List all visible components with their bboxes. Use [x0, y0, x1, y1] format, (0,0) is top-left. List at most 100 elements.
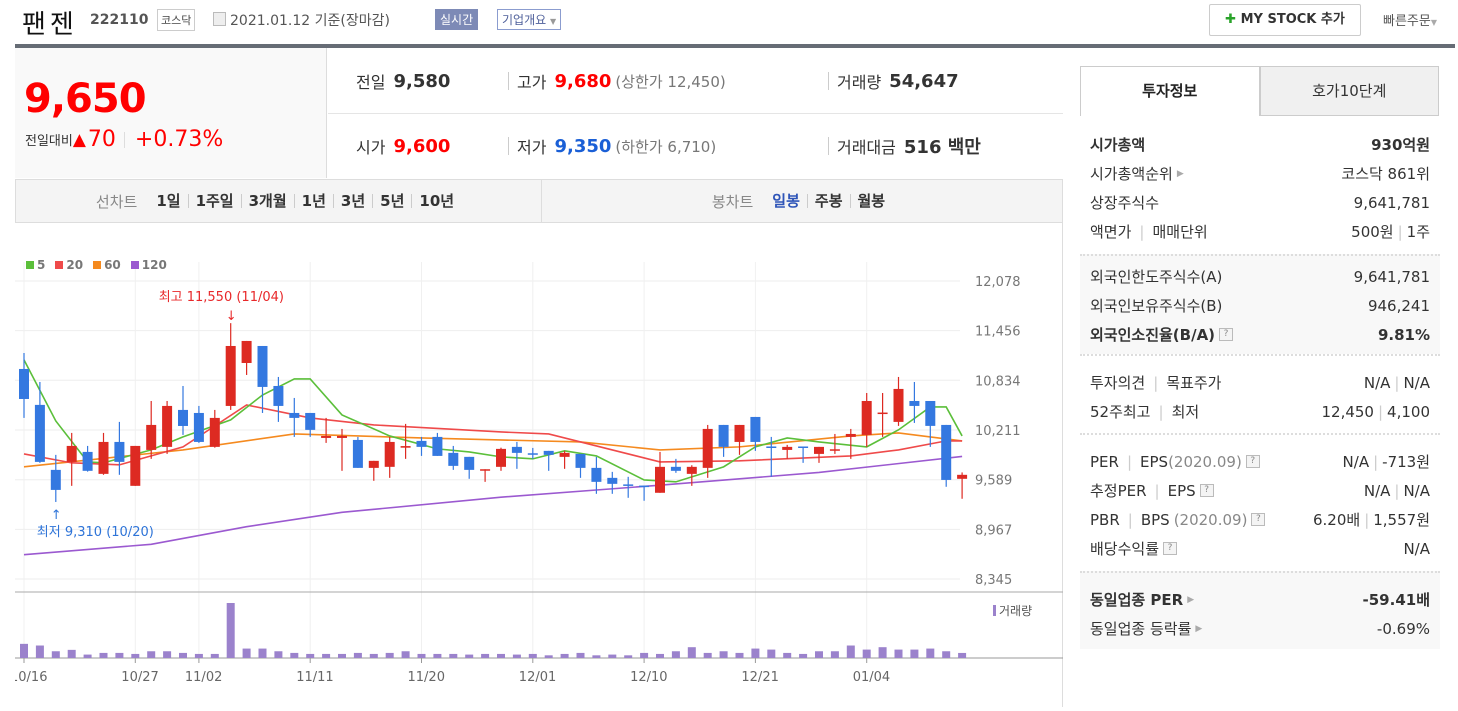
sector-change-row[interactable]: 동일업종 등락률 ▶ -0.69% [1080, 614, 1440, 643]
volume-bar [99, 652, 108, 658]
candle-up [893, 388, 904, 422]
line-chart-periods: 선차트 1일 1주일 3개월 1년 3년 5년 10년 [16, 191, 541, 212]
prev-value: 9,580 [393, 70, 451, 92]
period-3m[interactable]: 3개월 [242, 194, 295, 209]
label: 외국인한도주식수(A) [1090, 268, 1223, 286]
volume-bar [592, 655, 601, 658]
volume-bar [35, 645, 44, 658]
help-icon[interactable]: ? [1251, 513, 1266, 526]
candle-up [782, 446, 793, 450]
period-1w[interactable]: 1주일 [189, 194, 242, 209]
candle-down [273, 385, 284, 406]
volume-bar [147, 651, 156, 658]
volume-bar [767, 649, 776, 658]
change-label: 전일대비 [25, 134, 73, 149]
y-tick-label: 12,078 [975, 275, 1021, 290]
value: N/A [1363, 481, 1391, 500]
period-3y[interactable]: 3년 [334, 194, 374, 209]
volume-bar [544, 655, 553, 658]
realtime-button[interactable]: 실시간 [435, 9, 479, 30]
volume-bar [20, 643, 28, 658]
my-stock-label: MY STOCK 추가 [1240, 12, 1345, 27]
x-tick-label: 11/11 [296, 670, 333, 685]
volume-bar [687, 647, 696, 658]
legend-swatch [55, 261, 64, 269]
period-1d[interactable]: 1일 [149, 194, 189, 209]
help-icon[interactable]: ? [1245, 455, 1260, 468]
prev-label: 전일 [356, 73, 386, 92]
candle-down [432, 436, 443, 456]
x-tick-label: 12/01 [519, 670, 556, 685]
label: PBR [1090, 510, 1120, 529]
y-tick-label: 10,834 [975, 374, 1021, 389]
x-tick-label: 11/02 [185, 670, 222, 685]
sector-per-row[interactable]: 동일업종 PER ▶ -59.41배 [1080, 585, 1440, 614]
candle-down [19, 368, 29, 399]
company-overview-dropdown[interactable]: 기업개요 ▼ [497, 9, 562, 30]
help-icon[interactable]: ? [1219, 328, 1234, 341]
x-tick-label: 01/04 [853, 670, 890, 685]
company-overview-label: 기업개요 [502, 13, 547, 27]
legend-ma5: 5 [26, 258, 45, 272]
candle-up [384, 441, 395, 467]
foreign-ratio-row: 외국인소진율(B/A)? 9.81% [1080, 320, 1440, 349]
legend-swatch [26, 261, 34, 269]
change-percent: +0.73% [134, 127, 224, 152]
volume-bar [703, 652, 712, 658]
candle-down [718, 424, 729, 447]
help-icon[interactable]: ? [1199, 484, 1214, 497]
opinion-row: 투자의견 | 목표주가 N/A | N/A [1090, 373, 1430, 393]
open-price: 시가 9,600 [356, 134, 450, 158]
y-tick-label: 11,456 [975, 325, 1021, 340]
label: 최저 [1171, 403, 1200, 421]
volume-bar [751, 648, 760, 658]
volume-bar [274, 651, 283, 658]
candle-down [766, 446, 777, 448]
candle-down [670, 466, 681, 471]
my-stock-add-button[interactable]: ✚ MY STOCK 추가 [1209, 4, 1361, 36]
low-price: 저가 9,350 (하한가 6,710) [508, 134, 716, 158]
candle-weekly[interactable]: 주봉 [808, 194, 851, 209]
market-cap-rank-row[interactable]: 시가총액순위 ▶ 코스닥 861위 [1080, 159, 1440, 188]
period-5y[interactable]: 5년 [373, 194, 413, 209]
candle-down [575, 453, 586, 468]
candle-down [607, 477, 618, 484]
line-chart-label: 선차트 [95, 192, 138, 211]
quick-order-dropdown[interactable]: 빠른주문▼ [1383, 10, 1437, 29]
candle-down [448, 452, 459, 466]
label: 배당수익률 [1090, 540, 1160, 558]
listed-shares-row: 상장주식수 9,641,781 [1080, 188, 1440, 217]
chevron-down-icon: ▼ [1430, 18, 1437, 27]
quote-row-2: 시가 9,600 저가 9,350 (하한가 6,710) 거래대금 516 백만 [328, 114, 1063, 178]
label: EPS [1167, 481, 1196, 500]
arrow-right-icon: ▶ [1187, 594, 1195, 605]
volume-bar [226, 603, 235, 658]
open-value: 9,600 [393, 135, 451, 157]
candle-up [209, 417, 220, 447]
value: 9,641,781 [1353, 267, 1430, 286]
candle-up [480, 469, 491, 471]
volume-bar [815, 651, 823, 658]
candle-monthly[interactable]: 월봉 [851, 194, 893, 209]
value: 946,241 [1367, 296, 1430, 315]
label: 외국인보유주식수(B) [1090, 297, 1223, 315]
value: 930억원 [1371, 136, 1430, 154]
candle-daily[interactable]: 일봉 [765, 194, 808, 209]
label: 시가총액 [1090, 136, 1146, 154]
info-tabs: 투자정보 호가10단계 [1080, 66, 1439, 116]
period-10y[interactable]: 10년 [412, 194, 461, 209]
volume-bar [67, 649, 76, 658]
period-1y[interactable]: 1년 [295, 194, 334, 209]
help-icon[interactable]: ? [1163, 542, 1178, 555]
tab-investment-info[interactable]: 투자정보 [1080, 66, 1260, 116]
candle-down [257, 345, 268, 387]
high-price: 고가 9,680 (상한가 12,450) [508, 69, 726, 93]
candle-down [34, 404, 45, 462]
dividend-row: 배당수익률? N/A [1080, 534, 1440, 563]
tab-order-book[interactable]: 호가10단계 [1259, 66, 1439, 116]
ma120-line [23, 455, 963, 556]
candle-up [98, 441, 109, 474]
volume-bar [846, 645, 855, 658]
volume-bar [322, 653, 331, 658]
volume-bar [926, 648, 935, 658]
